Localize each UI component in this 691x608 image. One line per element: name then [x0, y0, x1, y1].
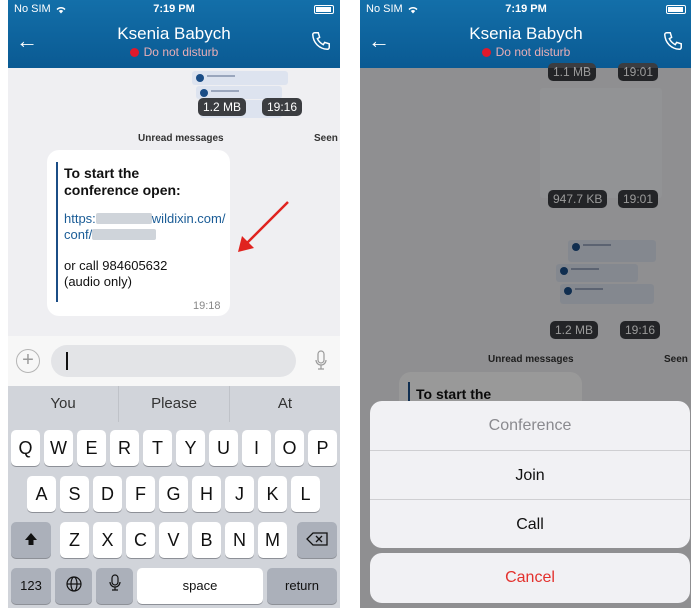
key-x[interactable]: X — [93, 522, 122, 558]
dnd-dot-icon — [481, 48, 491, 57]
key-v[interactable]: V — [159, 522, 188, 558]
space-key[interactable]: space — [137, 568, 263, 604]
key-j[interactable]: J — [225, 476, 254, 512]
message-heading-1: To start the — [64, 165, 140, 181]
return-key[interactable]: return — [267, 568, 337, 604]
suggestion[interactable]: Please — [118, 386, 229, 422]
battery-icon — [314, 5, 334, 14]
presence-status: Do not disturb — [8, 45, 340, 59]
add-attachment-button[interactable]: + — [16, 349, 40, 373]
suggestion[interactable]: You — [8, 386, 118, 422]
globe-icon — [65, 576, 82, 592]
file-size-badge: 1.2 MB — [198, 98, 247, 116]
key-k[interactable]: K — [258, 476, 287, 512]
play-icon — [196, 74, 204, 82]
key-c[interactable]: C — [126, 522, 155, 558]
unread-separator: Unread messages — [138, 133, 224, 144]
redacted-subdomain — [95, 213, 152, 224]
clock: 7:19 PM — [505, 3, 547, 15]
key-m[interactable]: M — [258, 522, 287, 558]
message-heading-2: conference open: — [64, 182, 181, 198]
text-caret — [66, 352, 68, 370]
key-o[interactable]: O — [275, 430, 304, 466]
key-t[interactable]: T — [143, 430, 172, 466]
key-u[interactable]: U — [209, 430, 238, 466]
annotation-arrow-icon — [238, 201, 289, 252]
clock: 7:19 PM — [153, 3, 195, 15]
keyboard: You Please At QWERTYUIOP ASDFGHJKL ZXCVBNM… — [8, 386, 340, 608]
key-g[interactable]: G — [159, 476, 188, 512]
link-prefix: https: — [64, 211, 96, 226]
conference-action-sheet: Conference Join Call — [370, 401, 690, 548]
key-w[interactable]: W — [44, 430, 73, 466]
chat-header: No SIM 7:19 PM ← Ksenia Babych Do not di… — [360, 0, 691, 68]
conference-link-path[interactable]: conf/ — [64, 227, 157, 243]
backspace-icon — [306, 532, 328, 546]
play-icon — [200, 89, 208, 97]
seen-label: Seen — [314, 133, 338, 144]
contact-name: Ksenia Babych — [117, 24, 231, 43]
action-sheet-title: Conference — [488, 417, 572, 434]
message-time: 19:18 — [193, 300, 221, 312]
key-e[interactable]: E — [77, 430, 106, 466]
key-p[interactable]: P — [308, 430, 337, 466]
chat-header: No SIM 7:19 PM ← Ksenia Babych Do not di… — [8, 0, 340, 68]
presence-text: Do not disturb — [495, 45, 571, 59]
dictation-key[interactable] — [96, 568, 133, 604]
battery-icon — [666, 5, 686, 14]
shift-key[interactable] — [11, 522, 51, 558]
keyboard-suggestions: You Please At — [8, 386, 340, 422]
status-bar: No SIM 7:19 PM — [8, 3, 340, 17]
globe-key[interactable] — [55, 568, 92, 604]
compose-bar: + — [8, 336, 340, 386]
key-f[interactable]: F — [126, 476, 155, 512]
key-r[interactable]: R — [110, 430, 139, 466]
key-b[interactable]: B — [192, 522, 221, 558]
key-q[interactable]: Q — [11, 430, 40, 466]
key-d[interactable]: D — [93, 476, 122, 512]
redacted-code — [92, 229, 157, 240]
conference-message[interactable]: To start the conference open: https: wild… — [47, 150, 230, 316]
contact-name: Ksenia Babych — [469, 24, 583, 43]
key-a[interactable]: A — [27, 476, 56, 512]
dictation-mic-icon — [108, 574, 121, 591]
key-y[interactable]: Y — [176, 430, 205, 466]
dnd-dot-icon — [129, 48, 139, 57]
shift-arrow-icon — [25, 533, 37, 545]
status-bar: No SIM 7:19 PM — [360, 3, 691, 17]
quote-bar — [56, 162, 58, 302]
microphone-icon[interactable] — [315, 350, 327, 372]
key-l[interactable]: L — [291, 476, 320, 512]
audio-only-text: (audio only) — [64, 274, 132, 289]
numbers-key[interactable]: 123 — [11, 568, 51, 604]
join-button[interactable]: Join — [370, 450, 690, 499]
screenshot-root: No SIM 7:19 PM ← Ksenia Babych Do not di… — [0, 0, 691, 608]
link-domain: wildixin.com/ — [151, 211, 226, 226]
key-n[interactable]: N — [225, 522, 254, 558]
presence-status: Do not disturb — [360, 45, 691, 59]
link-path: conf/ — [64, 227, 93, 242]
key-i[interactable]: I — [242, 430, 271, 466]
key-s[interactable]: S — [60, 476, 89, 512]
key-z[interactable]: Z — [60, 522, 89, 558]
backspace-key[interactable] — [297, 522, 337, 558]
phone-call-icon[interactable] — [310, 30, 332, 52]
key-h[interactable]: H — [192, 476, 221, 512]
phone-call-icon[interactable] — [662, 30, 684, 52]
message-input[interactable] — [51, 345, 296, 377]
waveform — [211, 90, 239, 92]
waveform — [207, 75, 235, 77]
call-number-text: or call 984605632 — [64, 258, 168, 273]
call-button[interactable]: Call — [370, 499, 690, 548]
chat-screen-compose: No SIM 7:19 PM ← Ksenia Babych Do not di… — [8, 0, 340, 608]
chat-screen-action-sheet: No SIM 7:19 PM ← Ksenia Babych Do not di… — [360, 0, 691, 608]
presence-text: Do not disturb — [143, 45, 219, 59]
audio-attachment-thumb[interactable] — [192, 71, 288, 85]
cancel-button[interactable]: Cancel — [370, 553, 690, 603]
suggestion[interactable]: At — [229, 386, 340, 422]
file-time-badge: 19:16 — [262, 98, 303, 116]
conference-link[interactable]: https: wildixin.com/ — [64, 211, 225, 227]
